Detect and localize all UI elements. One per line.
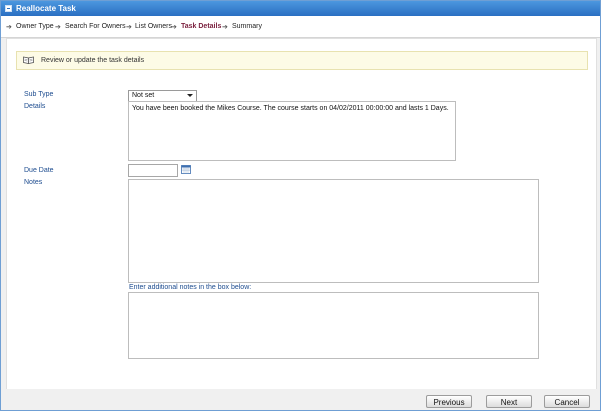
additional-notes-textarea[interactable]: [128, 292, 539, 359]
previous-button[interactable]: Previous: [426, 395, 472, 408]
button-bar: Previous Next Cancel: [1, 389, 600, 410]
arrow-right-icon: ➔: [55, 24, 61, 31]
wizard-breadcrumb: ➔ Owner Type ➔ Search For Owners ➔ List …: [1, 16, 600, 38]
notes-textarea[interactable]: [128, 179, 539, 283]
sub-type-label: Sub Type: [24, 91, 54, 98]
details-textarea[interactable]: You have been booked the Mikes Course. T…: [128, 101, 456, 161]
window-title: Reallocate Task: [16, 4, 76, 13]
due-date-label: Due Date: [24, 167, 54, 174]
step-owner-type: Owner Type: [16, 23, 54, 30]
step-task-details: Task Details: [181, 23, 222, 30]
step-list-owners: List Owners: [135, 23, 172, 30]
info-message: Review or update the task details: [16, 51, 588, 70]
arrow-right-icon: ➔: [126, 24, 132, 31]
chevron-down-icon: [187, 94, 193, 97]
cancel-button[interactable]: Cancel: [544, 395, 590, 408]
arrow-right-icon: ➔: [6, 24, 12, 31]
next-button[interactable]: Next: [486, 395, 532, 408]
info-text: Review or update the task details: [41, 57, 145, 64]
step-summary: Summary: [232, 23, 262, 30]
dialog-window: Reallocate Task ➔ Owner Type ➔ Search Fo…: [0, 0, 601, 411]
calendar-icon[interactable]: [181, 165, 191, 174]
sub-type-value: Not set: [132, 92, 155, 99]
notes-label: Notes: [24, 179, 43, 186]
due-date-input[interactable]: [128, 164, 178, 177]
collapse-icon[interactable]: [5, 5, 12, 12]
book-icon: [23, 56, 34, 64]
form-panel: Review or update the task details Sub Ty…: [6, 38, 597, 390]
arrow-right-icon: ➔: [222, 24, 228, 31]
details-text: You have been booked the Mikes Course. T…: [132, 105, 449, 112]
arrow-right-icon: ➔: [171, 24, 177, 31]
additional-notes-hint: Enter additional notes in the box below:: [129, 284, 252, 291]
details-label: Details: [24, 103, 46, 110]
title-bar: Reallocate Task: [1, 1, 600, 16]
step-search-for-owners: Search For Owners: [65, 23, 126, 30]
